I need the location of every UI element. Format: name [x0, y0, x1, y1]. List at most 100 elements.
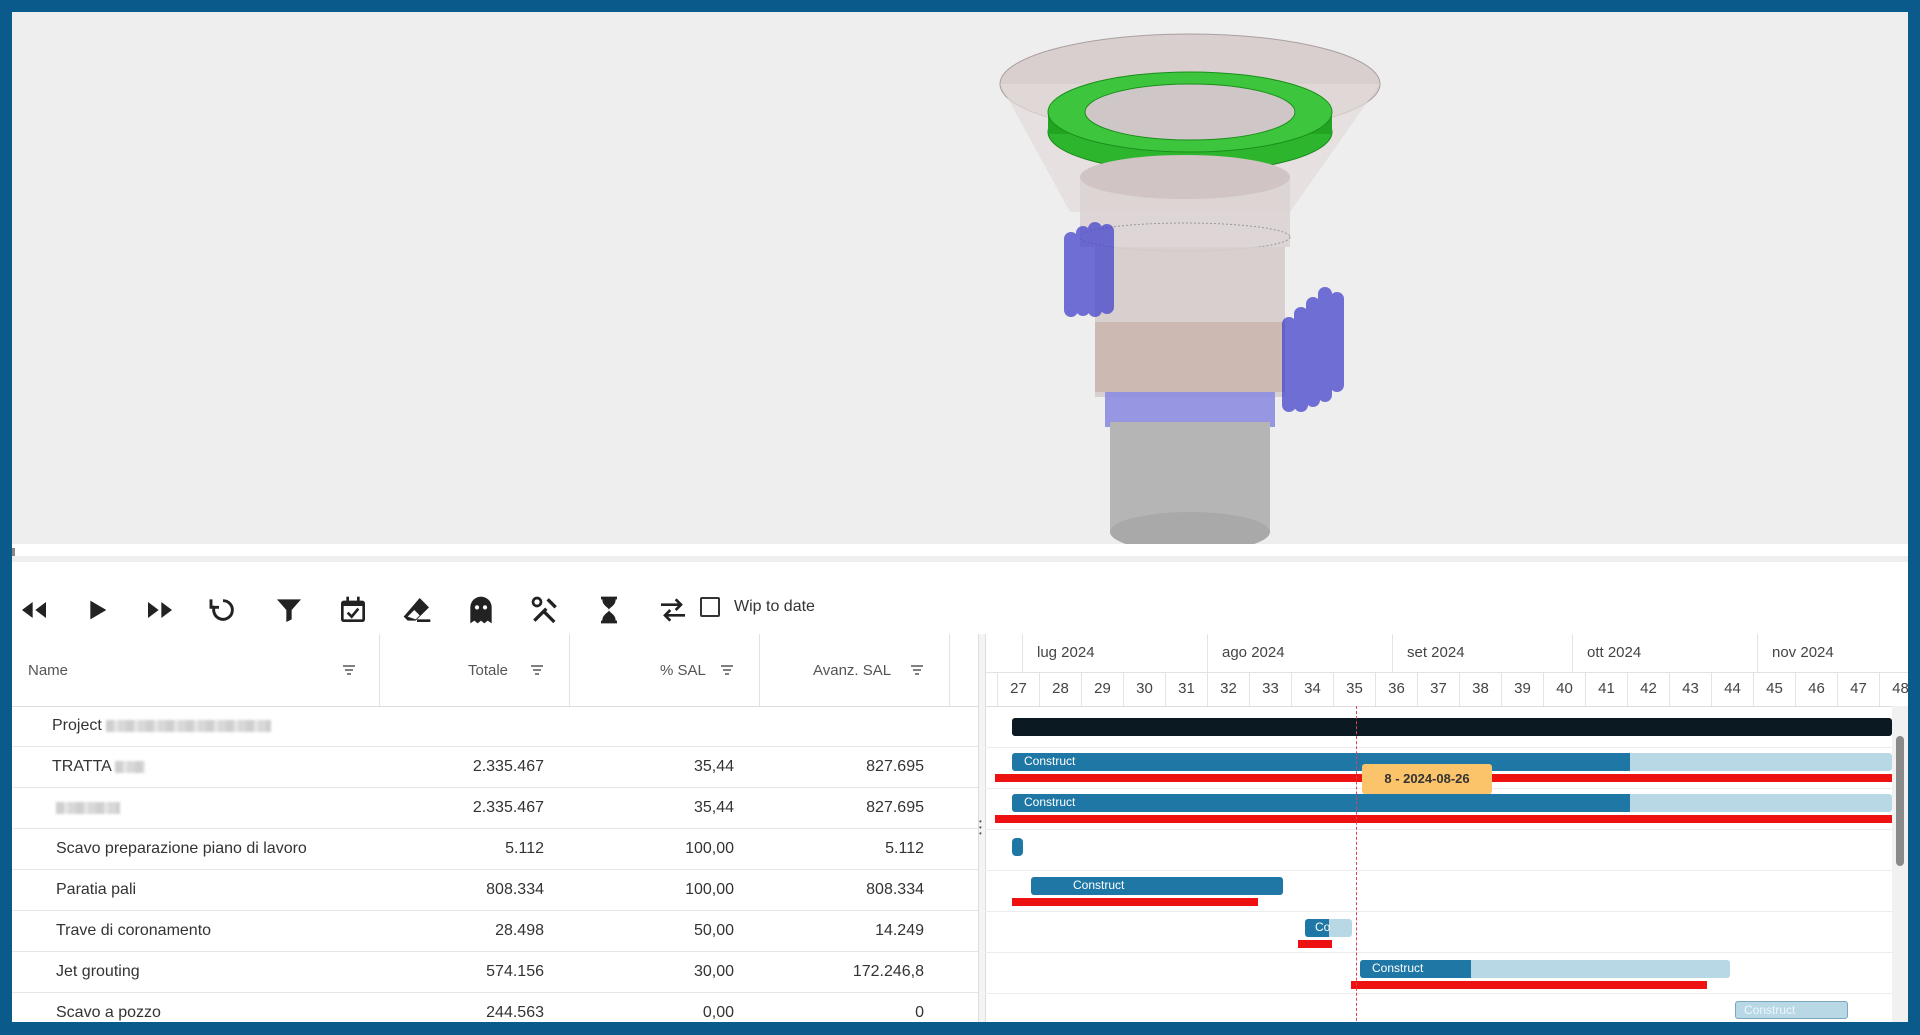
row-avanz: 14.249 — [875, 922, 924, 939]
gantt-chart: lug 2024 ago 2024 set 2024 ott 2024 nov … — [985, 634, 1908, 1022]
table-row[interactable]: 2.335.467 35,44 827.695 — [12, 788, 978, 829]
week-label: 48 — [1879, 672, 1908, 706]
row-sal: 30,00 — [693, 963, 734, 980]
month-label: ott 2024 — [1572, 634, 1757, 672]
baseline-bar — [1298, 940, 1332, 948]
week-label: 28 — [1039, 672, 1081, 706]
task-bar[interactable]: Co — [1305, 919, 1352, 937]
row-name: Scavo a pozzo — [56, 1004, 161, 1021]
row-name: Trave di coronamento — [56, 922, 212, 939]
baseline-bar — [1012, 898, 1258, 906]
row-totale: 808.334 — [486, 881, 544, 898]
row-sal: 50,00 — [693, 922, 734, 939]
vertical-scrollbar[interactable] — [1892, 706, 1908, 1022]
table-row[interactable]: Jet grouting 574.156 30,00 172.246,8 — [12, 952, 978, 993]
column-header-totale[interactable]: Totale — [380, 634, 570, 706]
column-label: % SAL — [660, 662, 706, 679]
task-bar[interactable]: Construct — [1360, 960, 1730, 978]
row-sal: 0,00 — [702, 1004, 734, 1021]
week-label: 31 — [1165, 672, 1207, 706]
undo-icon[interactable] — [203, 590, 243, 630]
activity-grid: Name Totale % SAL Avanz. SAL Project TRA… — [12, 634, 978, 1022]
tools-icon[interactable] — [525, 590, 565, 630]
gantt-row-divider — [985, 829, 1908, 830]
row-name: TRATTA — [52, 758, 146, 776]
row-avanz: 172.246,8 — [852, 963, 924, 980]
week-label: 44 — [1711, 672, 1753, 706]
row-avanz: 808.334 — [866, 881, 924, 898]
row-name: Project — [52, 717, 272, 735]
drag-handle-icon[interactable]: • • • — [979, 818, 983, 838]
month-label: lug 2024 — [1022, 634, 1207, 672]
filter-icon[interactable] — [530, 664, 544, 676]
eraser-icon[interactable] — [397, 590, 437, 630]
table-row[interactable]: Project — [12, 706, 978, 747]
row-totale: 5.112 — [505, 840, 544, 857]
hourglass-icon[interactable] — [589, 590, 629, 630]
column-header-sal[interactable]: % SAL — [570, 634, 760, 706]
gantt-row-divider — [985, 870, 1908, 871]
table-row[interactable]: TRATTA 2.335.467 35,44 827.695 — [12, 747, 978, 788]
row-name — [56, 799, 120, 817]
week-label: 37 — [1417, 672, 1459, 706]
gantt-row-divider — [985, 993, 1908, 994]
month-label: nov 2024 — [1757, 634, 1908, 672]
table-row[interactable]: Scavo a pozzo 244.563 0,00 0 — [12, 993, 978, 1022]
wip-label: Wip to date — [734, 598, 815, 615]
task-bar[interactable] — [1012, 838, 1023, 856]
row-sal: 100,00 — [685, 840, 734, 857]
week-label: 27 — [997, 672, 1039, 706]
viewer-separator[interactable] — [12, 556, 1908, 562]
wip-to-date-toggle[interactable]: Wip to date — [700, 597, 815, 617]
play-icon[interactable] — [77, 590, 117, 630]
table-row[interactable]: Trave di coronamento 28.498 50,00 14.249 — [12, 911, 978, 952]
table-row[interactable]: Paratia pali 808.334 100,00 808.334 — [12, 870, 978, 911]
3d-viewer[interactable] — [12, 12, 1908, 552]
filter-icon[interactable] — [910, 664, 924, 676]
filter-icon[interactable] — [720, 664, 734, 676]
baseline-bar — [995, 815, 1892, 823]
row-totale: 2.335.467 — [472, 799, 544, 816]
gantt-row-divider — [985, 952, 1908, 953]
swap-icon[interactable] — [653, 590, 693, 630]
week-label: 36 — [1375, 672, 1417, 706]
grid-header: Name Totale % SAL Avanz. SAL — [12, 634, 978, 707]
today-marker — [1356, 706, 1357, 1022]
task-bar[interactable]: Construct — [1012, 794, 1892, 812]
week-label: 26 — [985, 672, 997, 706]
row-totale: 28.498 — [495, 922, 544, 939]
row-avanz: 827.695 — [866, 758, 924, 775]
wip-checkbox[interactable] — [700, 597, 720, 617]
week-label: 38 — [1459, 672, 1501, 706]
row-avanz: 5.112 — [885, 840, 924, 857]
week-label: 41 — [1585, 672, 1627, 706]
week-label: 33 — [1249, 672, 1291, 706]
week-label: 42 — [1627, 672, 1669, 706]
week-label: 29 — [1081, 672, 1123, 706]
project-bar[interactable] — [1012, 718, 1892, 736]
fast-forward-icon[interactable] — [140, 590, 180, 630]
rewind-icon[interactable] — [14, 590, 54, 630]
column-header-avanz[interactable]: Avanz. SAL — [760, 634, 950, 706]
filter-icon[interactable] — [342, 664, 356, 676]
week-label: 43 — [1669, 672, 1711, 706]
row-sal: 35,44 — [693, 799, 734, 816]
row-name: Scavo preparazione piano di lavoro — [56, 840, 307, 857]
3d-model — [999, 33, 1381, 552]
table-row[interactable]: Scavo preparazione piano di lavoro 5.112… — [12, 829, 978, 870]
task-bar[interactable]: Construct — [1031, 877, 1283, 895]
baseline-bar — [1351, 981, 1707, 989]
row-totale: 574.156 — [486, 963, 544, 980]
row-avanz: 827.695 — [866, 799, 924, 816]
week-label: 34 — [1291, 672, 1333, 706]
toolbar: Wip to date — [12, 582, 1908, 634]
column-label: Avanz. SAL — [813, 662, 892, 679]
column-label: Name — [28, 662, 69, 679]
task-bar[interactable]: Construct — [1735, 1001, 1848, 1019]
row-name: Jet grouting — [56, 963, 140, 980]
calendar-check-icon[interactable] — [333, 590, 373, 630]
ghost-icon[interactable] — [461, 590, 501, 630]
scrollbar-thumb[interactable] — [1896, 736, 1904, 866]
filter-icon[interactable] — [269, 590, 309, 630]
column-header-name[interactable]: Name — [12, 634, 380, 706]
